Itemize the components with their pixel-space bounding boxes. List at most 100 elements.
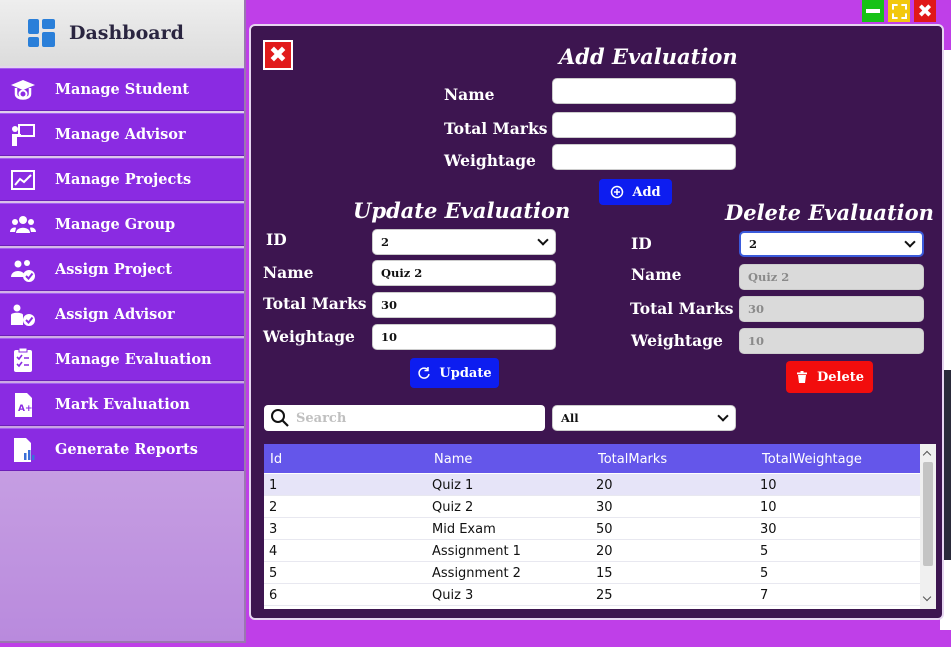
- delete-button[interactable]: Delete: [786, 361, 873, 393]
- add-weightage-label: Weightage: [444, 151, 536, 170]
- grade-document-icon: A+: [8, 390, 38, 420]
- delete-total-marks-input: 30: [739, 296, 924, 322]
- cell-id: 3: [269, 522, 278, 537]
- filter-select[interactable]: All: [552, 405, 736, 431]
- delete-button-label: Delete: [816, 369, 865, 385]
- cell-total-marks: 20: [596, 544, 613, 559]
- sidebar-item-label: Generate Reports: [55, 441, 198, 458]
- update-button-label: Update: [439, 365, 492, 381]
- search-input[interactable]: Search: [264, 405, 545, 431]
- table-row[interactable]: 6 Quiz 3 25 7: [264, 584, 920, 606]
- update-name-input[interactable]: Quiz 2: [372, 260, 556, 286]
- delete-total-marks-label: Total Marks: [630, 299, 734, 318]
- table-row[interactable]: 3 Mid Exam 50 30: [264, 518, 920, 540]
- sidebar-item-label: Mark Evaluation: [55, 396, 190, 413]
- column-header-total-marks[interactable]: TotalMarks: [598, 452, 667, 467]
- cell-name: Quiz 2: [432, 500, 474, 515]
- chevron-down-icon: [717, 410, 729, 422]
- refresh-icon: [418, 367, 431, 379]
- sidebar-item-manage-student[interactable]: Manage Student: [0, 68, 244, 111]
- close-window-button[interactable]: ✖: [914, 0, 936, 22]
- panel-close-button[interactable]: ✖: [263, 40, 293, 70]
- cell-name: Quiz 3: [432, 588, 474, 603]
- sidebar-item-manage-evaluation[interactable]: Manage Evaluation: [0, 338, 244, 381]
- update-evaluation-title: Update Evaluation: [353, 198, 571, 223]
- sidebar-item-manage-advisor[interactable]: Manage Advisor: [0, 113, 244, 156]
- delete-name-input: Quiz 2: [739, 264, 924, 290]
- sidebar-item-label: Assign Advisor: [55, 306, 175, 323]
- add-name-input[interactable]: [552, 78, 736, 104]
- clipboard-check-icon: [8, 345, 38, 375]
- add-total-marks-input[interactable]: [552, 112, 736, 138]
- maximize-button[interactable]: [888, 0, 910, 22]
- sidebar-item-assign-project[interactable]: Assign Project: [0, 248, 244, 291]
- update-id-label: ID: [266, 230, 287, 249]
- cell-total-marks: 30: [596, 500, 613, 515]
- update-button[interactable]: Update: [410, 358, 499, 388]
- add-weightage-input[interactable]: [552, 144, 736, 170]
- cell-total-marks: 50: [596, 522, 613, 537]
- search-placeholder: Search: [296, 410, 347, 426]
- update-weightage-input[interactable]: 10: [372, 324, 556, 350]
- add-button-label: Add: [632, 184, 661, 200]
- sidebar-item-manage-projects[interactable]: Manage Projects: [0, 158, 244, 201]
- add-button[interactable]: Add: [599, 179, 672, 205]
- cell-id: 1: [269, 478, 278, 493]
- users-check-icon: [8, 255, 38, 285]
- evaluation-panel: ✖ Add Evaluation Name Total Marks Weight…: [249, 24, 944, 620]
- graduate-icon: [8, 75, 38, 105]
- scroll-thumb[interactable]: [923, 462, 933, 566]
- update-name-label: Name: [263, 263, 314, 282]
- cell-total-weightage: 5: [760, 544, 769, 559]
- update-total-marks-input[interactable]: 30: [372, 292, 556, 318]
- table-row[interactable]: 5 Assignment 2 15 5: [264, 562, 920, 584]
- sidebar: Dashboard Manage Student Manage Advisor …: [0, 0, 246, 643]
- group-icon: [8, 210, 38, 240]
- scroll-up-arrow-icon[interactable]: [922, 450, 932, 460]
- cell-id: 6: [269, 588, 278, 603]
- sidebar-item-mark-evaluation[interactable]: A+ Mark Evaluation: [0, 383, 244, 426]
- user-check-icon: [8, 300, 38, 330]
- cell-id: 5: [269, 566, 278, 581]
- cell-name: Assignment 2: [432, 566, 521, 581]
- column-header-total-weightage[interactable]: TotalWeightage: [762, 452, 862, 467]
- cell-total-marks: 20: [596, 478, 613, 493]
- cell-name: Assignment 1: [432, 544, 521, 559]
- minimize-button[interactable]: [862, 0, 884, 22]
- report-document-icon: [8, 435, 38, 465]
- sidebar-item-label: Manage Evaluation: [55, 351, 212, 368]
- dashboard-icon: [28, 19, 56, 47]
- scroll-down-arrow-icon[interactable]: [922, 592, 932, 602]
- add-name-label: Name: [444, 85, 495, 104]
- sidebar-item-label: Assign Project: [55, 261, 173, 278]
- sidebar-item-label: Manage Student: [55, 81, 190, 98]
- cell-id: 2: [269, 500, 278, 515]
- update-id-value: 2: [381, 235, 390, 249]
- search-icon: [271, 409, 289, 427]
- column-header-name[interactable]: Name: [434, 452, 472, 467]
- cell-total-marks: 15: [596, 566, 613, 581]
- sidebar-item-assign-advisor[interactable]: Assign Advisor: [0, 293, 244, 336]
- sidebar-item-label: Manage Group: [55, 216, 176, 233]
- table-row[interactable]: 2 Quiz 2 30 10: [264, 496, 920, 518]
- cell-total-weightage: 30: [760, 522, 777, 537]
- delete-evaluation-title: Delete Evaluation: [725, 200, 934, 225]
- cell-name: Mid Exam: [432, 522, 496, 537]
- table-row[interactable]: 4 Assignment 1 20 5: [264, 540, 920, 562]
- table-scrollbar[interactable]: [920, 444, 936, 609]
- sidebar-header[interactable]: Dashboard: [0, 0, 244, 66]
- cell-total-marks: 25: [596, 588, 613, 603]
- column-header-id[interactable]: Id: [270, 452, 282, 467]
- evaluation-table[interactable]: Id Name TotalMarks TotalWeightage 1 Quiz…: [264, 444, 936, 609]
- chevron-down-icon: [537, 234, 549, 246]
- cell-total-weightage: 5: [760, 566, 769, 581]
- update-id-select[interactable]: 2: [372, 229, 556, 255]
- trash-icon: [796, 371, 807, 383]
- cell-name: Quiz 1: [432, 478, 474, 493]
- delete-id-select[interactable]: 2: [739, 231, 924, 257]
- sidebar-item-manage-group[interactable]: Manage Group: [0, 203, 244, 246]
- table-row[interactable]: 1 Quiz 1 20 10: [264, 474, 920, 496]
- sidebar-item-generate-reports[interactable]: Generate Reports: [0, 428, 244, 471]
- svg-text:A+: A+: [18, 404, 33, 414]
- table-header: Id Name TotalMarks TotalWeightage: [264, 444, 920, 473]
